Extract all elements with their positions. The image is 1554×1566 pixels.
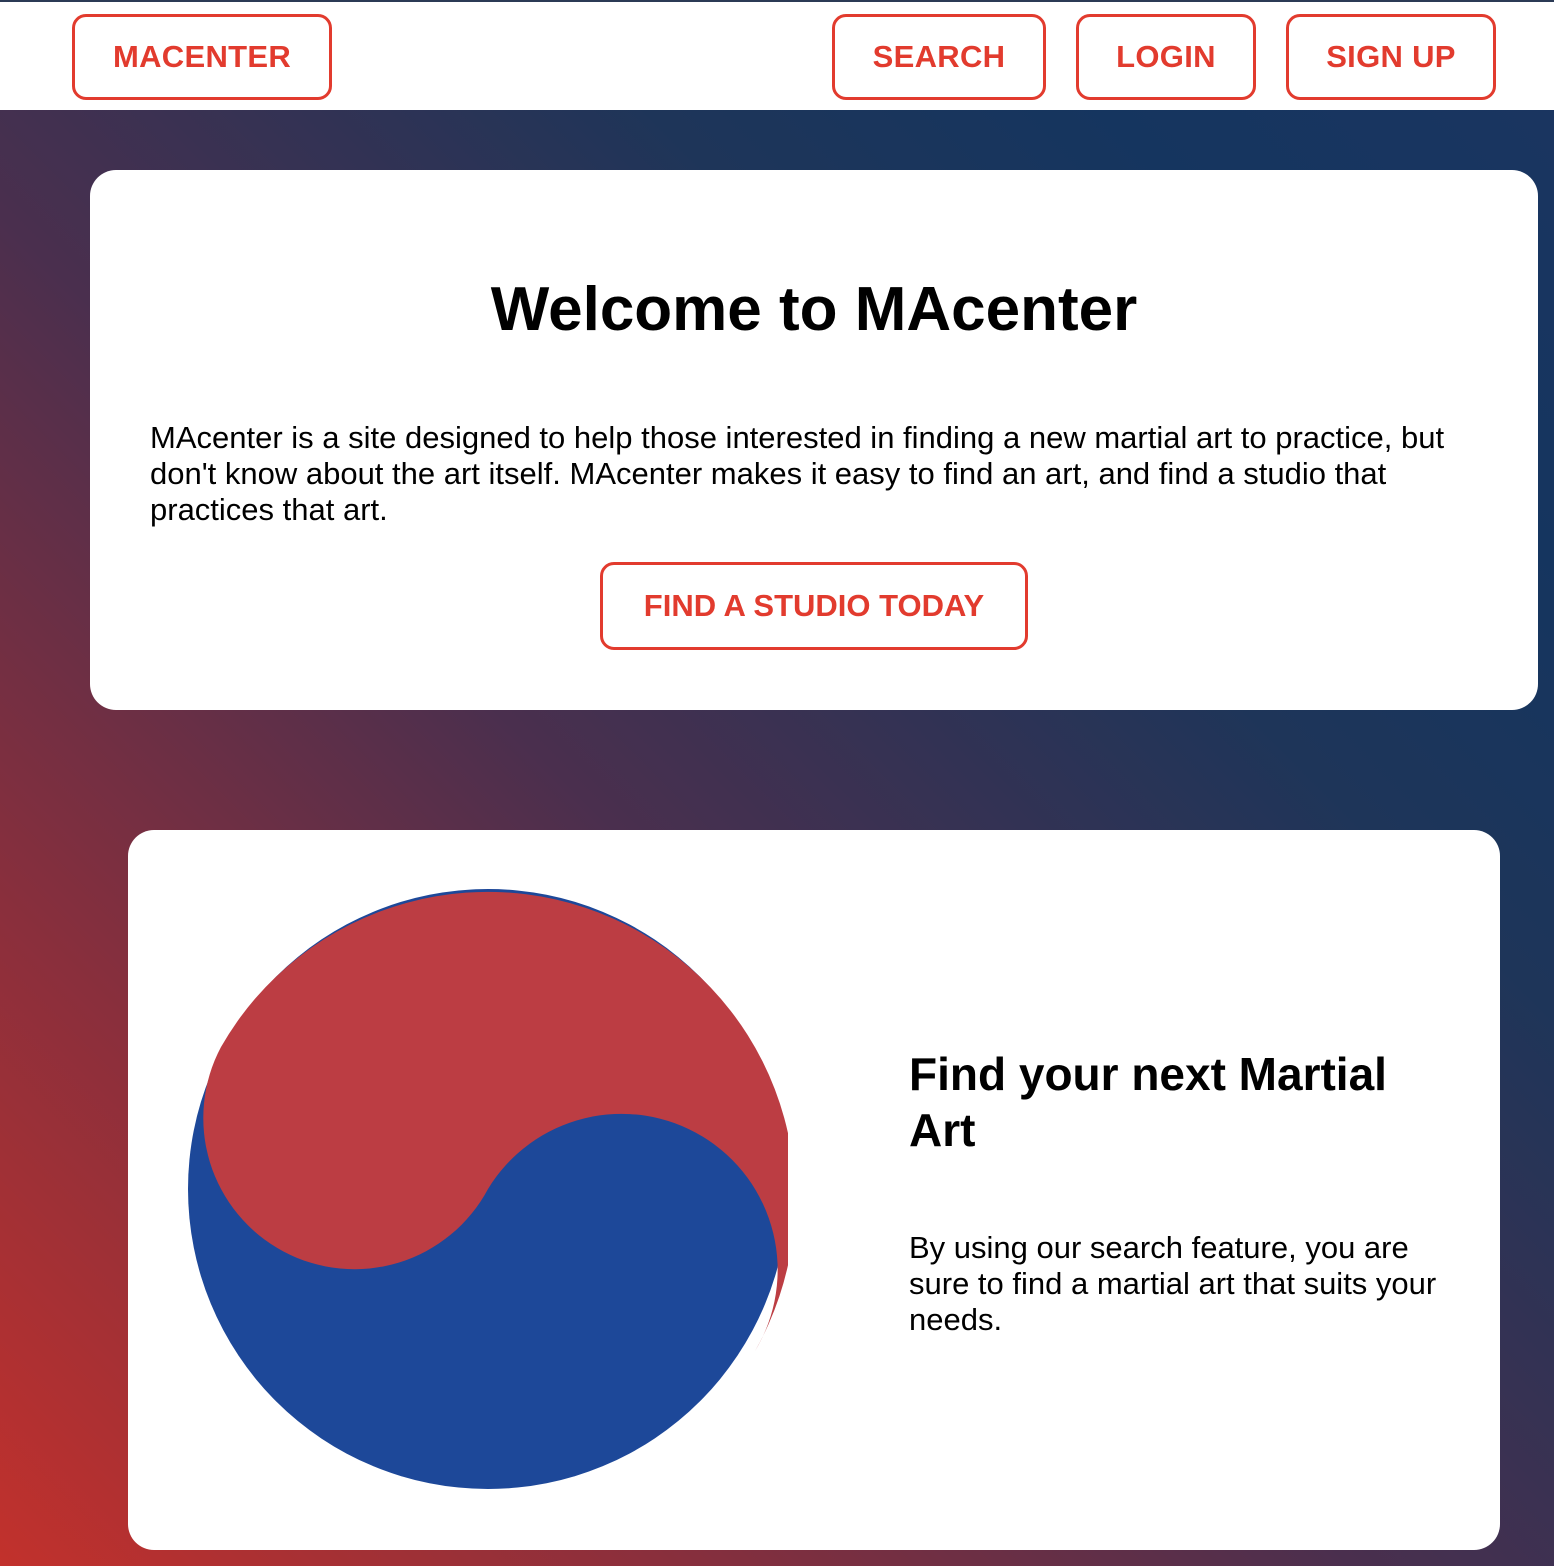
- welcome-title: Welcome to MAcenter: [490, 275, 1138, 344]
- find-studio-button[interactable]: FIND A STUDIO TODAY: [600, 562, 1028, 650]
- brand-home-button[interactable]: MACENTER: [72, 14, 332, 100]
- sign-up-button[interactable]: SIGN UP: [1286, 14, 1496, 100]
- taeguk-yin-yang-icon: [188, 889, 788, 1489]
- feature-description: By using our search feature, you are sur…: [909, 1230, 1437, 1337]
- login-button[interactable]: LOGIN: [1076, 14, 1256, 100]
- search-button[interactable]: SEARCH: [832, 14, 1046, 100]
- top-navbar: MACENTER SEARCH LOGIN SIGN UP: [0, 0, 1554, 110]
- welcome-description: MAcenter is a site designed to help thos…: [150, 420, 1445, 527]
- feature-title: Find your next Martial Art: [909, 1048, 1387, 1156]
